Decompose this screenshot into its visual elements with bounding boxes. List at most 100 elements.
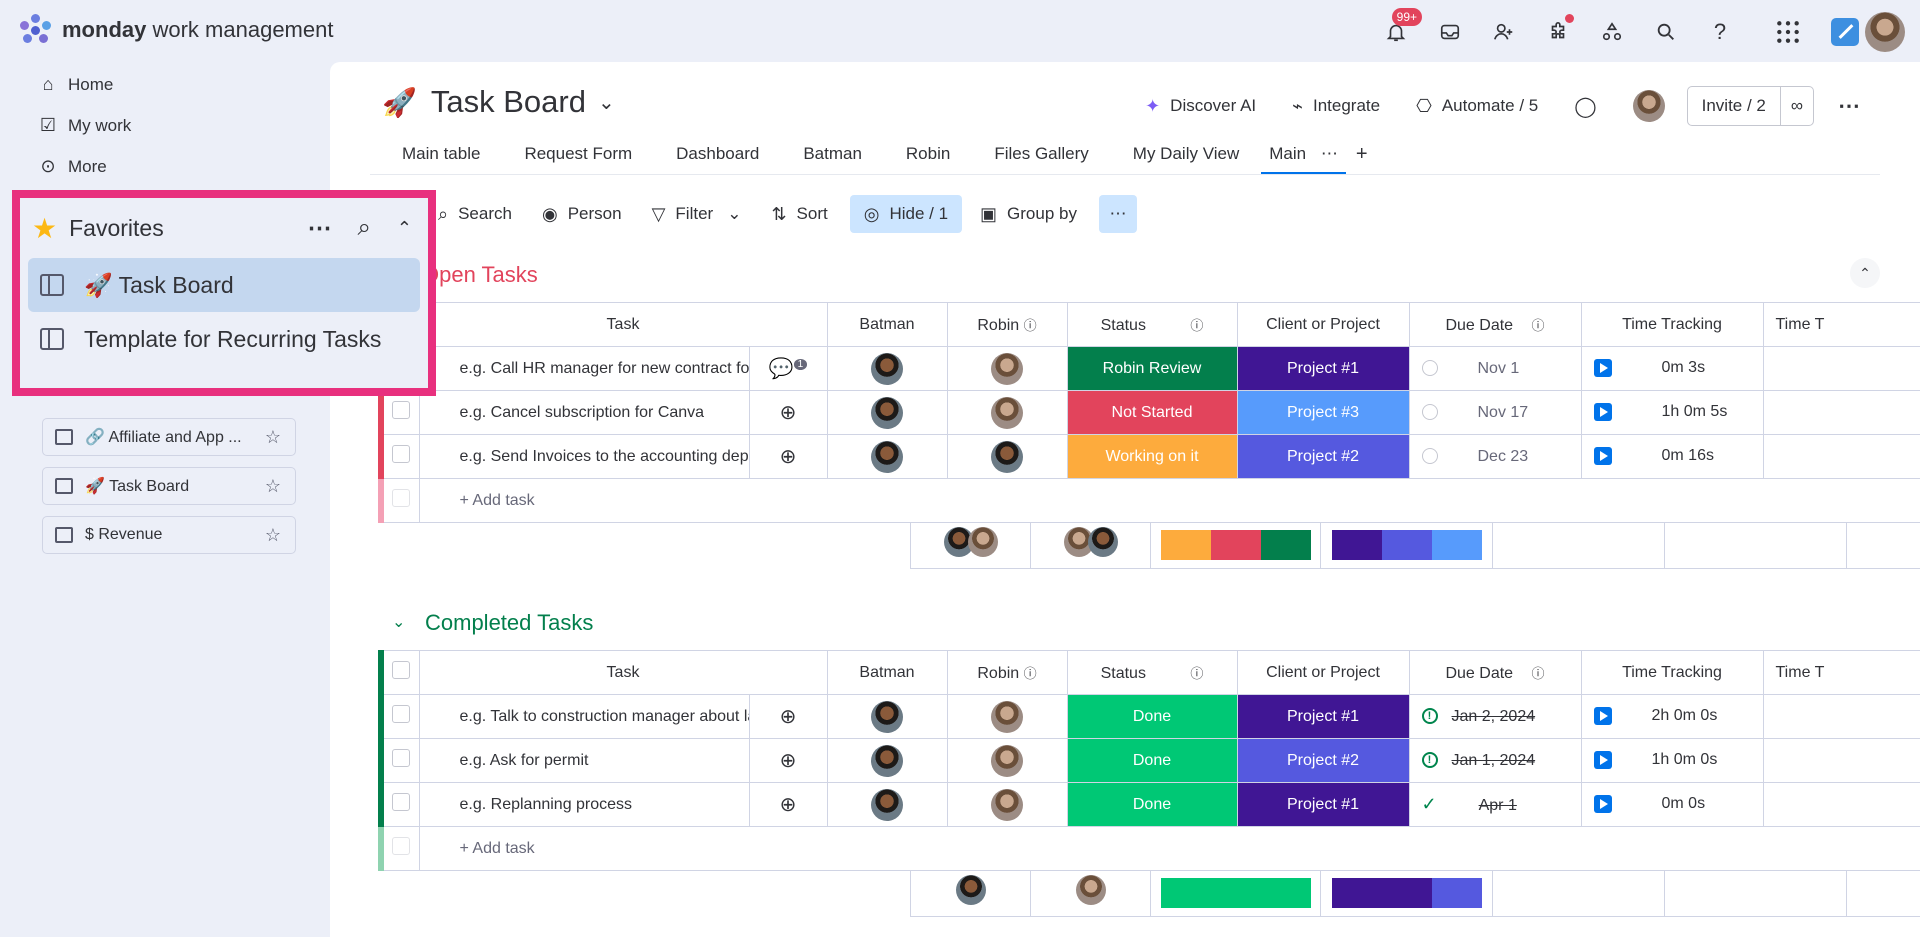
add-task-input[interactable]: + Add task: [418, 826, 1920, 871]
tab-robin[interactable]: Robin: [884, 134, 972, 174]
project-cell[interactable]: Project #2: [1236, 434, 1410, 479]
play-icon[interactable]: [1593, 359, 1612, 378]
col-status[interactable]: Status ⓘ: [1066, 302, 1238, 347]
account-menu[interactable]: [1830, 12, 1906, 52]
updates-icon[interactable]: 💬 1: [748, 346, 828, 391]
time-tracking-cell[interactable]: 2h 0m 0s: [1580, 694, 1764, 739]
more-options-icon[interactable]: ⋯: [1838, 93, 1860, 119]
add-task-row[interactable]: + Add task: [378, 826, 1920, 871]
robin-avatar[interactable]: [946, 694, 1068, 739]
comment-icon[interactable]: ◯: [1574, 94, 1596, 119]
star-outline-icon[interactable]: ☆: [265, 525, 281, 546]
col-due-date[interactable]: Due Date ⓘ: [1408, 650, 1582, 695]
add-update-icon[interactable]: ⊕: [748, 738, 828, 783]
batman-avatar[interactable]: [826, 782, 948, 827]
row-checkbox[interactable]: [392, 401, 411, 419]
play-icon[interactable]: [1593, 403, 1612, 422]
robin-avatar[interactable]: [946, 738, 1068, 783]
info-icon[interactable]: ⓘ: [1024, 318, 1037, 333]
project-cell[interactable]: Project #1: [1236, 694, 1410, 739]
row-checkbox[interactable]: [392, 793, 411, 811]
chevron-up-icon[interactable]: ⌃: [397, 218, 412, 239]
favorites-header[interactable]: ★ Favorites ⋯ ⌕ ⌃: [20, 198, 428, 258]
table-row[interactable]: e.g. Talk to construction manager about …: [378, 694, 1920, 739]
inbox-icon[interactable]: [1430, 12, 1470, 52]
invite-button[interactable]: Invite / 2 ∞: [1686, 86, 1814, 126]
time-tracking-cell[interactable]: 0m 3s: [1580, 346, 1764, 391]
workspace-item-task-board[interactable]: 🚀 Task Board ☆: [42, 467, 296, 505]
col-client-project[interactable]: Client or Project: [1236, 650, 1410, 695]
hide-button[interactable]: ◎ Hide / 1: [849, 195, 963, 233]
task-name[interactable]: e.g. Talk to construction manager about …: [418, 694, 750, 739]
tab-dashboard[interactable]: Dashboard: [654, 134, 781, 174]
time-tracking-cell[interactable]: 1h 0m 0s: [1580, 738, 1764, 783]
workspace-item-affiliate[interactable]: 🔗 Affiliate and App ... ☆: [42, 418, 296, 456]
robin-avatar[interactable]: [946, 390, 1068, 435]
sidebar-item-more[interactable]: ⊙ More: [20, 146, 328, 187]
table-row[interactable]: e.g. Cancel subscription for Canva ⊕ Not…: [378, 390, 1920, 435]
due-date-cell[interactable]: Dec 23: [1408, 434, 1582, 479]
row-checkbox[interactable]: [392, 705, 411, 723]
search-button[interactable]: ⌕ Search: [438, 204, 512, 225]
time-tracking-cell[interactable]: 0m 0s: [1580, 782, 1764, 827]
project-cell[interactable]: Project #1: [1236, 346, 1410, 391]
col-robin[interactable]: Robin ⓘ: [946, 650, 1068, 695]
status-summary-bar[interactable]: [1150, 870, 1321, 917]
chevron-down-icon[interactable]: ⌄: [727, 204, 741, 224]
invite-member-icon[interactable]: [1484, 12, 1524, 52]
status-cell[interactable]: Done: [1066, 782, 1238, 827]
sidebar-item-home[interactable]: ⌂ Home: [20, 64, 328, 105]
status-summary-bar[interactable]: [1150, 522, 1321, 569]
time-tracking-cell[interactable]: 1h 0m 5s: [1580, 390, 1764, 435]
workspace-item-revenue[interactable]: $ Revenue ☆: [42, 516, 296, 554]
discover-ai-button[interactable]: ✦ Discover AI: [1145, 96, 1256, 117]
status-cell[interactable]: Working on it: [1066, 434, 1238, 479]
due-date-cell[interactable]: ! Jan 2, 2024: [1408, 694, 1582, 739]
automate-button[interactable]: ⎔ Automate / 5: [1416, 96, 1538, 117]
task-name[interactable]: e.g. Call HR manager for new contract fo…: [418, 346, 750, 391]
tab-main-table[interactable]: Main table: [380, 134, 502, 174]
col-time-t[interactable]: Time T: [1762, 650, 1920, 695]
sort-button[interactable]: ⇅ Sort: [771, 204, 827, 225]
tab-batman[interactable]: Batman: [781, 134, 884, 174]
table-row[interactable]: e.g. Call HR manager for new contract fo…: [378, 346, 1920, 391]
star-outline-icon[interactable]: ☆: [265, 427, 281, 448]
due-date-cell[interactable]: Nov 17: [1408, 390, 1582, 435]
monday-logo[interactable]: monday work management: [20, 14, 333, 46]
board-title[interactable]: 🚀 Task Board ⌄: [382, 84, 615, 120]
toolbar-more-icon[interactable]: ⋯: [1098, 195, 1137, 233]
robin-avatar[interactable]: [946, 782, 1068, 827]
status-cell[interactable]: Done: [1066, 738, 1238, 783]
batman-avatar[interactable]: [826, 346, 948, 391]
search-icon[interactable]: [1646, 12, 1686, 52]
apps-puzzle-icon[interactable]: [1538, 12, 1578, 52]
add-view-icon[interactable]: +: [1346, 134, 1378, 174]
status-cell[interactable]: Not Started: [1066, 390, 1238, 435]
add-task-input[interactable]: + Add task: [418, 478, 1920, 523]
col-batman[interactable]: Batman: [826, 302, 948, 347]
batman-avatar[interactable]: [826, 694, 948, 739]
due-date-cell[interactable]: ✓ Apr 1: [1408, 782, 1582, 827]
due-date-cell[interactable]: ! Jan 1, 2024: [1408, 738, 1582, 783]
task-name[interactable]: e.g. Cancel subscription for Canva: [418, 390, 750, 435]
info-icon[interactable]: ⓘ: [1532, 666, 1545, 681]
robin-avatar[interactable]: [946, 434, 1068, 479]
batman-avatar[interactable]: [826, 738, 948, 783]
col-due-date[interactable]: Due Date ⓘ: [1408, 302, 1582, 347]
col-time-tracking[interactable]: Time Tracking: [1580, 650, 1764, 695]
more-options-icon[interactable]: ⋯: [307, 214, 331, 243]
project-cell[interactable]: Project #2: [1236, 738, 1410, 783]
add-update-icon[interactable]: ⊕: [748, 434, 828, 479]
notifications-bell-icon[interactable]: 99+: [1376, 8, 1422, 52]
add-task-row[interactable]: + Add task: [378, 478, 1920, 523]
add-update-icon[interactable]: ⊕: [748, 694, 828, 739]
project-summary-bar[interactable]: [1320, 870, 1493, 917]
col-batman[interactable]: Batman: [826, 650, 948, 695]
chevron-down-icon[interactable]: ⌄: [598, 90, 615, 115]
task-name[interactable]: e.g. Send Invoices to the accounting dep…: [418, 434, 750, 479]
filter-button[interactable]: ▽ Filter ⌄: [652, 204, 742, 225]
info-icon[interactable]: ⓘ: [1024, 666, 1037, 681]
table-row[interactable]: e.g. Replanning process ⊕ Done Project #…: [378, 782, 1920, 827]
play-icon[interactable]: [1593, 447, 1612, 466]
play-icon[interactable]: [1593, 751, 1612, 770]
